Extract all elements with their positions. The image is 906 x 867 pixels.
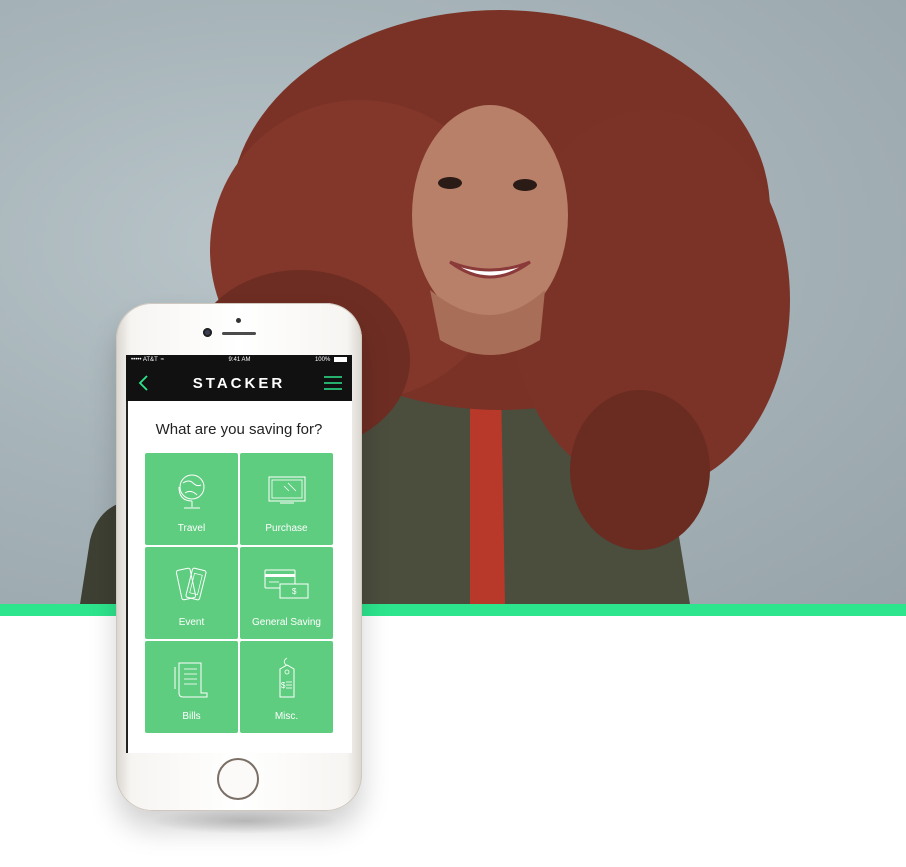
wifi-icon: ≈ xyxy=(160,357,165,363)
category-grid: Travel Purchase Event $ General Saving B… xyxy=(145,453,352,733)
category-tile-purchase[interactable]: Purchase xyxy=(240,453,333,545)
phone-mockup: ••••• AT&T ≈ 9:41 AM 100% STACKER What a… xyxy=(116,303,362,811)
tickets-icon xyxy=(175,567,206,601)
proximity-sensor xyxy=(236,318,241,323)
card-and-cash-icon: $ xyxy=(264,569,308,599)
category-label-general-saving: General Saving xyxy=(252,617,321,628)
status-time: 9:41 AM xyxy=(228,357,251,363)
category-label-event: Event xyxy=(178,617,205,628)
app-title: STACKER xyxy=(192,374,286,392)
category-label-bills: Bills xyxy=(182,711,201,722)
chevron-left-icon[interactable] xyxy=(136,373,152,393)
phone-screen: ••••• AT&T ≈ 9:41 AM 100% STACKER What a… xyxy=(126,355,352,753)
status-carrier: ••••• AT&T ≈ xyxy=(131,357,164,363)
home-button[interactable] xyxy=(217,758,259,800)
category-tile-general-saving[interactable]: $ General Saving xyxy=(240,547,333,639)
earpiece-speaker xyxy=(222,332,256,335)
monitor-icon xyxy=(268,476,305,504)
page-title: What are you saving for? xyxy=(155,421,323,438)
category-tile-bills[interactable]: Bills xyxy=(145,641,238,733)
phone-shadow xyxy=(150,808,340,834)
globe-icon xyxy=(178,474,204,509)
svg-text:$: $ xyxy=(281,681,286,690)
category-label-purchase: Purchase xyxy=(265,523,308,534)
category-tile-misc[interactable]: $ Misc. xyxy=(240,641,333,733)
price-tag-icon: $ xyxy=(279,657,294,698)
category-label-misc: Misc. xyxy=(274,711,299,722)
front-camera xyxy=(203,328,212,337)
receipt-icon xyxy=(174,662,207,698)
battery-label: 100% xyxy=(314,357,331,364)
carrier-label: ••••• AT&T xyxy=(131,357,158,363)
status-battery: 100% xyxy=(314,356,347,364)
svg-text:$: $ xyxy=(292,587,297,596)
battery-icon xyxy=(333,356,347,362)
hamburger-menu-icon[interactable] xyxy=(323,374,343,392)
screen-edge-line xyxy=(126,401,128,753)
app-navbar: STACKER xyxy=(126,365,352,401)
category-label-travel: Travel xyxy=(177,523,206,534)
category-tile-event[interactable]: Event xyxy=(145,547,238,639)
category-tile-travel[interactable]: Travel xyxy=(145,453,238,545)
status-bar: ••••• AT&T ≈ 9:41 AM 100% xyxy=(126,355,352,365)
